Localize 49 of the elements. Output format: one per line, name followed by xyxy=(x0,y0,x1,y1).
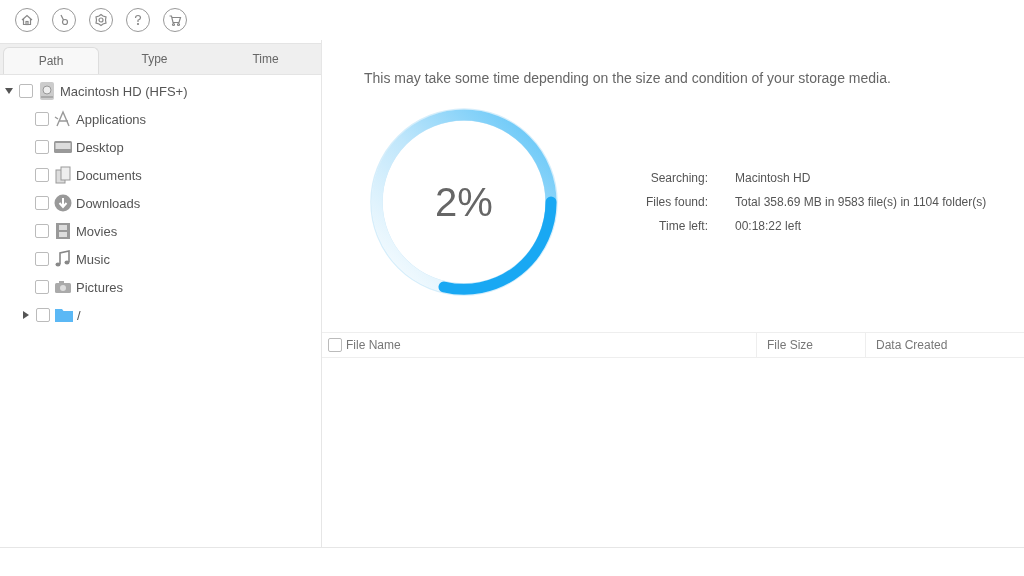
expander-icon[interactable] xyxy=(5,86,15,96)
help-button[interactable] xyxy=(126,8,150,32)
column-header[interactable]: Data Created xyxy=(866,333,1024,357)
column-header-label: File Name xyxy=(346,338,401,352)
checkbox[interactable] xyxy=(35,196,49,210)
document-icon xyxy=(53,165,73,185)
home-button[interactable] xyxy=(15,8,39,32)
detail-value: Macintosh HD xyxy=(735,171,812,185)
status-message: This may take some time depending on the size and condition of your storage media. xyxy=(364,70,892,86)
tab[interactable]: Path xyxy=(3,47,99,74)
checkbox[interactable] xyxy=(19,84,33,98)
settings-button[interactable] xyxy=(89,8,113,32)
detail-value: 00:18:22 left xyxy=(735,219,803,233)
tree-item-label[interactable]: Downloads xyxy=(76,195,141,211)
checkbox[interactable] xyxy=(35,168,49,182)
cart-icon xyxy=(168,13,182,27)
checkbox[interactable] xyxy=(35,280,49,294)
tree-item-label[interactable]: Movies xyxy=(76,223,118,239)
detail-label: Searching: xyxy=(649,171,708,185)
checkbox[interactable] xyxy=(35,140,49,154)
checkbox[interactable] xyxy=(36,308,50,322)
cart-button[interactable] xyxy=(163,8,187,32)
tree-item-label[interactable]: Pictures xyxy=(76,279,123,295)
tree-item-label[interactable]: Documents xyxy=(76,167,142,183)
tab[interactable]: Type xyxy=(99,44,210,74)
tree-item-label[interactable]: / xyxy=(77,307,81,323)
column-header[interactable]: File Name xyxy=(322,333,757,357)
wrench-button[interactable] xyxy=(52,8,76,32)
checkbox[interactable] xyxy=(35,112,49,126)
tab[interactable]: Time xyxy=(210,44,321,74)
letter-a-icon xyxy=(53,109,73,129)
tree-item-label[interactable]: Music xyxy=(76,251,110,267)
column-header[interactable]: File Size xyxy=(757,333,866,357)
download-icon xyxy=(53,193,73,213)
detail-value: Total 358.69 MB in 9583 file(s) in 1104 folder(s) xyxy=(735,195,987,209)
tree-item-label[interactable]: Desktop xyxy=(76,139,124,155)
checkbox[interactable] xyxy=(35,252,49,266)
house-icon xyxy=(20,13,34,27)
select-all-checkbox[interactable] xyxy=(328,338,342,352)
music-note-icon xyxy=(53,249,73,269)
detail-label: Files found: xyxy=(644,195,708,209)
checkbox[interactable] xyxy=(35,224,49,238)
film-icon xyxy=(53,221,73,241)
tree-item-label[interactable]: Macintosh HD (HFS+) xyxy=(60,83,188,99)
progress-percent: 2% xyxy=(435,179,493,225)
detail-label: Time left: xyxy=(658,219,708,233)
tree-item-label[interactable]: Applications xyxy=(76,111,147,127)
drive-icon xyxy=(37,81,57,101)
settings-icon xyxy=(94,13,108,27)
